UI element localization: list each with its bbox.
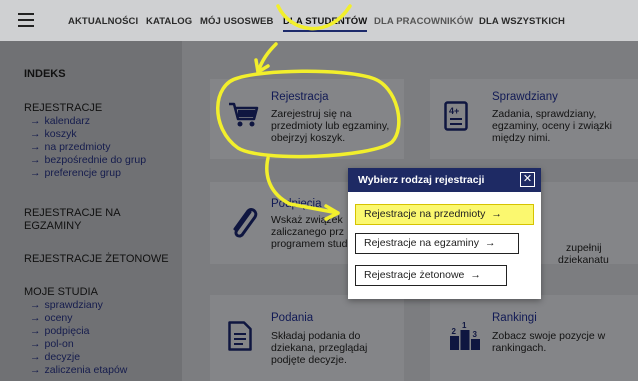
sidebar-item-podpiecia[interactable]: → podpięcia (30, 325, 89, 337)
podium-label-2: 2 (452, 327, 457, 336)
nav-moj-usosweb[interactable]: MÓJ USOSWEB (200, 16, 273, 27)
podium-label-1: 1 (462, 322, 467, 330)
sidebar-item-decyzje[interactable]: → decyzje (30, 351, 80, 363)
svg-text:4+: 4+ (449, 106, 459, 116)
sidebar-rejestracje-na-egzaminy-line1[interactable]: REJESTRACJE NA (24, 207, 121, 219)
card-rejestracja[interactable]: Rejestracja Zarejestruj się na przedmiot… (210, 79, 404, 159)
card-sprawdziany-desc: Zadania, sprawdziany, egzaminy, oceny i … (492, 108, 613, 144)
cart-icon (229, 102, 259, 127)
sidebar-rejestracje[interactable]: REJESTRACJE (24, 102, 102, 114)
option-rejestracje-na-przedmioty[interactable]: Rejestracje na przedmioty → (355, 204, 534, 225)
card-sprawdziany-title: Sprawdziany (492, 91, 558, 103)
paperclip-icon (233, 208, 258, 238)
card-partial-desc-line1: zupełnij (566, 242, 602, 254)
sidebar: INDEKS REJESTRACJE → kalendarz → koszyk → n… (0, 41, 182, 381)
card-podpiecia-desc-line3: programem stud (271, 238, 348, 250)
nav-dla-studentow[interactable]: DLA STUDENTÓW (283, 16, 368, 32)
podium-label-3: 3 (473, 330, 478, 339)
card-rankingi-title: Rankingi (492, 312, 537, 324)
sidebar-item-bezposrednie-do-grup[interactable]: → bezpośrednie do grup (30, 154, 146, 166)
card-sprawdziany[interactable]: 4+ Sprawdziany Zadania, sprawdziany, egz… (430, 79, 638, 159)
top-navigation-bar: AKTUALNOŚCI KATALOG MÓJ USOSWEB DLA STUD… (0, 0, 638, 41)
card-rejestracja-title: Rejestracja (271, 91, 329, 103)
sidebar-item-koszyk[interactable]: → koszyk (30, 128, 77, 140)
sidebar-item-kalendarz[interactable]: → kalendarz (30, 115, 90, 127)
nav-dla-pracownikow[interactable]: DLA PRACOWNIKÓW (374, 16, 473, 27)
document-icon (228, 321, 252, 351)
card-podania[interactable]: Podania Składaj podania do dziekana, prz… (210, 295, 404, 381)
sidebar-rejestracje-na-egzaminy-line2[interactable]: EGZAMINY (24, 220, 81, 232)
sidebar-item-sprawdziany[interactable]: → sprawdziany (30, 299, 103, 311)
sidebar-rejestracje-zetonowe[interactable]: REJESTRACJE ŻETONOWE (24, 253, 169, 265)
option-rejestracje-na-egzaminy[interactable]: Rejestracje na egzaminy → (355, 233, 519, 254)
option-rejestracje-zetonowe[interactable]: Rejestracje żetonowe → (355, 265, 507, 286)
card-podpiecia-desc-line2: zaliczanego prz (271, 226, 344, 238)
card-partial-desc-line2: dziekanatu (558, 254, 609, 266)
sidebar-indeks[interactable]: INDEKS (24, 68, 66, 80)
card-podpiecia-desc-line1: Wskaż związek (271, 214, 343, 226)
sidebar-item-preferencje-grup[interactable]: → preferencje grup (30, 167, 121, 179)
dialog-header: Wybierz rodzaj rejestracji ✕ (348, 168, 541, 192)
nav-katalog[interactable]: KATALOG (146, 16, 192, 27)
sidebar-item-oceny[interactable]: → oceny (30, 312, 73, 324)
card-podpiecia-title: Podpięcia (271, 198, 322, 210)
registration-type-dialog: Wybierz rodzaj rejestracji ✕ Rejestracje… (348, 168, 541, 299)
card-rankingi[interactable]: 2 1 3 Rankingi Zobacz swoje pozycje w ra… (430, 295, 638, 381)
podium-icon: 2 1 3 (450, 322, 480, 350)
sidebar-moje-studia[interactable]: MOJE STUDIA (24, 286, 98, 298)
close-icon[interactable]: ✕ (520, 172, 535, 187)
sidebar-item-pol-on[interactable]: → pol-on (30, 338, 74, 350)
sidebar-item-zaliczenia-etapow[interactable]: → zaliczenia etapów (30, 364, 127, 376)
card-podania-title: Podania (271, 312, 314, 324)
grade-sheet-icon: 4+ (444, 101, 468, 131)
card-rankingi-desc: Zobacz swoje pozycje w rankingach. (492, 330, 606, 354)
dialog-title: Wybierz rodzaj rejestracji (358, 174, 485, 186)
sidebar-item-na-przedmioty[interactable]: → na przedmioty (30, 141, 110, 153)
nav-dla-wszystkich[interactable]: DLA WSZYSTKICH (479, 16, 565, 27)
nav-aktualnosci[interactable]: AKTUALNOŚCI (68, 16, 138, 27)
card-rejestracja-desc: Zarejestruj się na przedmioty lub egzami… (271, 108, 390, 144)
card-podania-desc: Składaj podania do dziekana, przeglądaj … (271, 330, 368, 366)
hamburger-menu-icon[interactable] (18, 13, 34, 27)
